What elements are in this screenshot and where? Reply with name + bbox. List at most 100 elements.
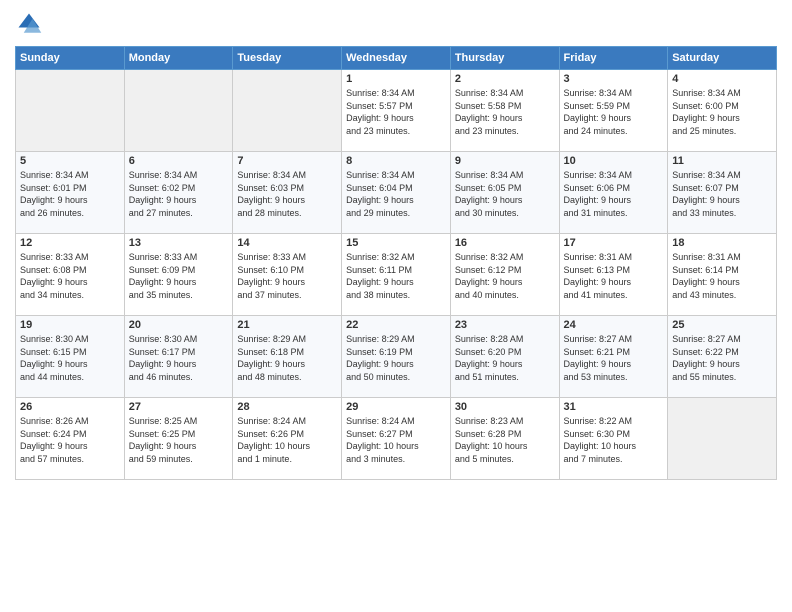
calendar-day-cell: 6 Sunrise: 8:34 AM Sunset: 6:02 PM Daylig… — [124, 152, 233, 234]
calendar-week-row: 19 Sunrise: 8:30 AM Sunset: 6:15 PM Dayli… — [16, 316, 777, 398]
calendar-day-cell: 18 Sunrise: 8:31 AM Sunset: 6:14 PM Dayli… — [668, 234, 777, 316]
day-info: Sunrise: 8:26 AM Sunset: 6:24 PM Dayligh… — [20, 415, 120, 465]
calendar-day-cell: 4Sunrise: 8:34 AM Sunset: 6:00 PM Daylig… — [668, 70, 777, 152]
day-number: 7 — [237, 155, 337, 167]
day-number: 8 — [346, 155, 446, 167]
day-number: 6 — [129, 155, 229, 167]
calendar-day-cell: 23 Sunrise: 8:28 AM Sunset: 6:20 PM Dayli… — [450, 316, 559, 398]
calendar-day-cell: 3 Sunrise: 8:34 AM Sunset: 5:59 PM Daylig… — [559, 70, 668, 152]
day-number: 24 — [564, 319, 664, 331]
day-number: 9 — [455, 155, 555, 167]
calendar-day-header: Wednesday — [342, 47, 451, 70]
day-info: Sunrise: 8:34 AM Sunset: 5:58 PM Dayligh… — [455, 87, 555, 137]
day-info: Sunrise: 8:30 AM Sunset: 6:17 PM Dayligh… — [129, 333, 229, 383]
logo-icon — [15, 10, 43, 38]
calendar-day-cell: 10Sunrise: 8:34 AM Sunset: 6:06 PM Dayli… — [559, 152, 668, 234]
day-info: Sunrise: 8:22 AM Sunset: 6:30 PM Dayligh… — [564, 415, 664, 465]
day-number: 18 — [672, 237, 772, 249]
day-number: 23 — [455, 319, 555, 331]
day-info: Sunrise: 8:34 AM Sunset: 6:02 PM Dayligh… — [129, 169, 229, 219]
day-number: 11 — [672, 155, 772, 167]
day-info: Sunrise: 8:23 AM Sunset: 6:28 PM Dayligh… — [455, 415, 555, 465]
day-info: Sunrise: 8:34 AM Sunset: 6:04 PM Dayligh… — [346, 169, 446, 219]
calendar-day-cell: 19 Sunrise: 8:30 AM Sunset: 6:15 PM Dayli… — [16, 316, 125, 398]
day-info: Sunrise: 8:32 AM Sunset: 6:11 PM Dayligh… — [346, 251, 446, 301]
calendar-day-cell — [668, 398, 777, 480]
day-number: 10 — [564, 155, 664, 167]
day-info: Sunrise: 8:33 AM Sunset: 6:08 PM Dayligh… — [20, 251, 120, 301]
calendar-day-cell: 27Sunrise: 8:25 AM Sunset: 6:25 PM Dayli… — [124, 398, 233, 480]
page: SundayMondayTuesdayWednesdayThursdayFrid… — [0, 0, 792, 612]
day-info: Sunrise: 8:29 AM Sunset: 6:18 PM Dayligh… — [237, 333, 337, 383]
logo — [15, 10, 47, 38]
day-info: Sunrise: 8:34 AM Sunset: 6:01 PM Dayligh… — [20, 169, 120, 219]
calendar-day-cell: 2 Sunrise: 8:34 AM Sunset: 5:58 PM Daylig… — [450, 70, 559, 152]
day-number: 17 — [564, 237, 664, 249]
day-number: 3 — [564, 73, 664, 85]
day-info: Sunrise: 8:32 AM Sunset: 6:12 PM Dayligh… — [455, 251, 555, 301]
calendar-table: SundayMondayTuesdayWednesdayThursdayFrid… — [15, 46, 777, 480]
calendar-day-cell: 8 Sunrise: 8:34 AM Sunset: 6:04 PM Daylig… — [342, 152, 451, 234]
calendar-day-cell: 1Sunrise: 8:34 AM Sunset: 5:57 PM Daylig… — [342, 70, 451, 152]
calendar-day-cell — [233, 70, 342, 152]
header — [15, 10, 777, 38]
day-info: Sunrise: 8:34 AM Sunset: 6:07 PM Dayligh… — [672, 169, 772, 219]
day-number: 28 — [237, 401, 337, 413]
day-number: 4 — [672, 73, 772, 85]
day-info: Sunrise: 8:30 AM Sunset: 6:15 PM Dayligh… — [20, 333, 120, 383]
day-info: Sunrise: 8:34 AM Sunset: 5:57 PM Dayligh… — [346, 87, 446, 137]
calendar-day-header: Thursday — [450, 47, 559, 70]
calendar-day-cell: 31 Sunrise: 8:22 AM Sunset: 6:30 PM Dayli… — [559, 398, 668, 480]
calendar-day-cell: 5 Sunrise: 8:34 AM Sunset: 6:01 PM Daylig… — [16, 152, 125, 234]
calendar-day-cell: 12 Sunrise: 8:33 AM Sunset: 6:08 PM Dayli… — [16, 234, 125, 316]
calendar-day-header: Tuesday — [233, 47, 342, 70]
day-number: 14 — [237, 237, 337, 249]
calendar-day-cell: 30 Sunrise: 8:23 AM Sunset: 6:28 PM Dayli… — [450, 398, 559, 480]
day-info: Sunrise: 8:25 AM Sunset: 6:25 PM Dayligh… — [129, 415, 229, 465]
day-info: Sunrise: 8:31 AM Sunset: 6:13 PM Dayligh… — [564, 251, 664, 301]
day-info: Sunrise: 8:33 AM Sunset: 6:09 PM Dayligh… — [129, 251, 229, 301]
day-number: 22 — [346, 319, 446, 331]
day-number: 26 — [20, 401, 120, 413]
day-number: 2 — [455, 73, 555, 85]
day-number: 15 — [346, 237, 446, 249]
day-number: 19 — [20, 319, 120, 331]
calendar-week-row: 1Sunrise: 8:34 AM Sunset: 5:57 PM Daylig… — [16, 70, 777, 152]
day-number: 31 — [564, 401, 664, 413]
calendar-day-cell: 25Sunrise: 8:27 AM Sunset: 6:22 PM Dayli… — [668, 316, 777, 398]
calendar-header-row: SundayMondayTuesdayWednesdayThursdayFrid… — [16, 47, 777, 70]
calendar-day-cell: 13 Sunrise: 8:33 AM Sunset: 6:09 PM Dayli… — [124, 234, 233, 316]
calendar-week-row: 5 Sunrise: 8:34 AM Sunset: 6:01 PM Daylig… — [16, 152, 777, 234]
day-info: Sunrise: 8:33 AM Sunset: 6:10 PM Dayligh… — [237, 251, 337, 301]
calendar-day-cell: 7 Sunrise: 8:34 AM Sunset: 6:03 PM Daylig… — [233, 152, 342, 234]
calendar-day-cell — [16, 70, 125, 152]
calendar-day-header: Saturday — [668, 47, 777, 70]
day-info: Sunrise: 8:34 AM Sunset: 6:03 PM Dayligh… — [237, 169, 337, 219]
day-number: 25 — [672, 319, 772, 331]
day-info: Sunrise: 8:34 AM Sunset: 5:59 PM Dayligh… — [564, 87, 664, 137]
calendar-day-cell: 17 Sunrise: 8:31 AM Sunset: 6:13 PM Dayli… — [559, 234, 668, 316]
calendar-day-cell: 26 Sunrise: 8:26 AM Sunset: 6:24 PM Dayli… — [16, 398, 125, 480]
day-info: Sunrise: 8:31 AM Sunset: 6:14 PM Dayligh… — [672, 251, 772, 301]
calendar-day-header: Sunday — [16, 47, 125, 70]
day-number: 20 — [129, 319, 229, 331]
day-number: 12 — [20, 237, 120, 249]
calendar-day-cell: 24 Sunrise: 8:27 AM Sunset: 6:21 PM Dayli… — [559, 316, 668, 398]
calendar-day-cell: 28Sunrise: 8:24 AM Sunset: 6:26 PM Dayli… — [233, 398, 342, 480]
day-number: 13 — [129, 237, 229, 249]
day-info: Sunrise: 8:29 AM Sunset: 6:19 PM Dayligh… — [346, 333, 446, 383]
day-number: 21 — [237, 319, 337, 331]
calendar-day-cell — [124, 70, 233, 152]
calendar-day-header: Monday — [124, 47, 233, 70]
calendar-day-cell: 22 Sunrise: 8:29 AM Sunset: 6:19 PM Dayli… — [342, 316, 451, 398]
day-info: Sunrise: 8:27 AM Sunset: 6:21 PM Dayligh… — [564, 333, 664, 383]
calendar-day-cell: 15 Sunrise: 8:32 AM Sunset: 6:11 PM Dayli… — [342, 234, 451, 316]
calendar-day-cell: 21 Sunrise: 8:29 AM Sunset: 6:18 PM Dayli… — [233, 316, 342, 398]
calendar-day-cell: 14 Sunrise: 8:33 AM Sunset: 6:10 PM Dayli… — [233, 234, 342, 316]
day-info: Sunrise: 8:28 AM Sunset: 6:20 PM Dayligh… — [455, 333, 555, 383]
day-number: 30 — [455, 401, 555, 413]
calendar-week-row: 12 Sunrise: 8:33 AM Sunset: 6:08 PM Dayli… — [16, 234, 777, 316]
calendar-day-cell: 11 Sunrise: 8:34 AM Sunset: 6:07 PM Dayli… — [668, 152, 777, 234]
day-number: 5 — [20, 155, 120, 167]
day-info: Sunrise: 8:24 AM Sunset: 6:27 PM Dayligh… — [346, 415, 446, 465]
